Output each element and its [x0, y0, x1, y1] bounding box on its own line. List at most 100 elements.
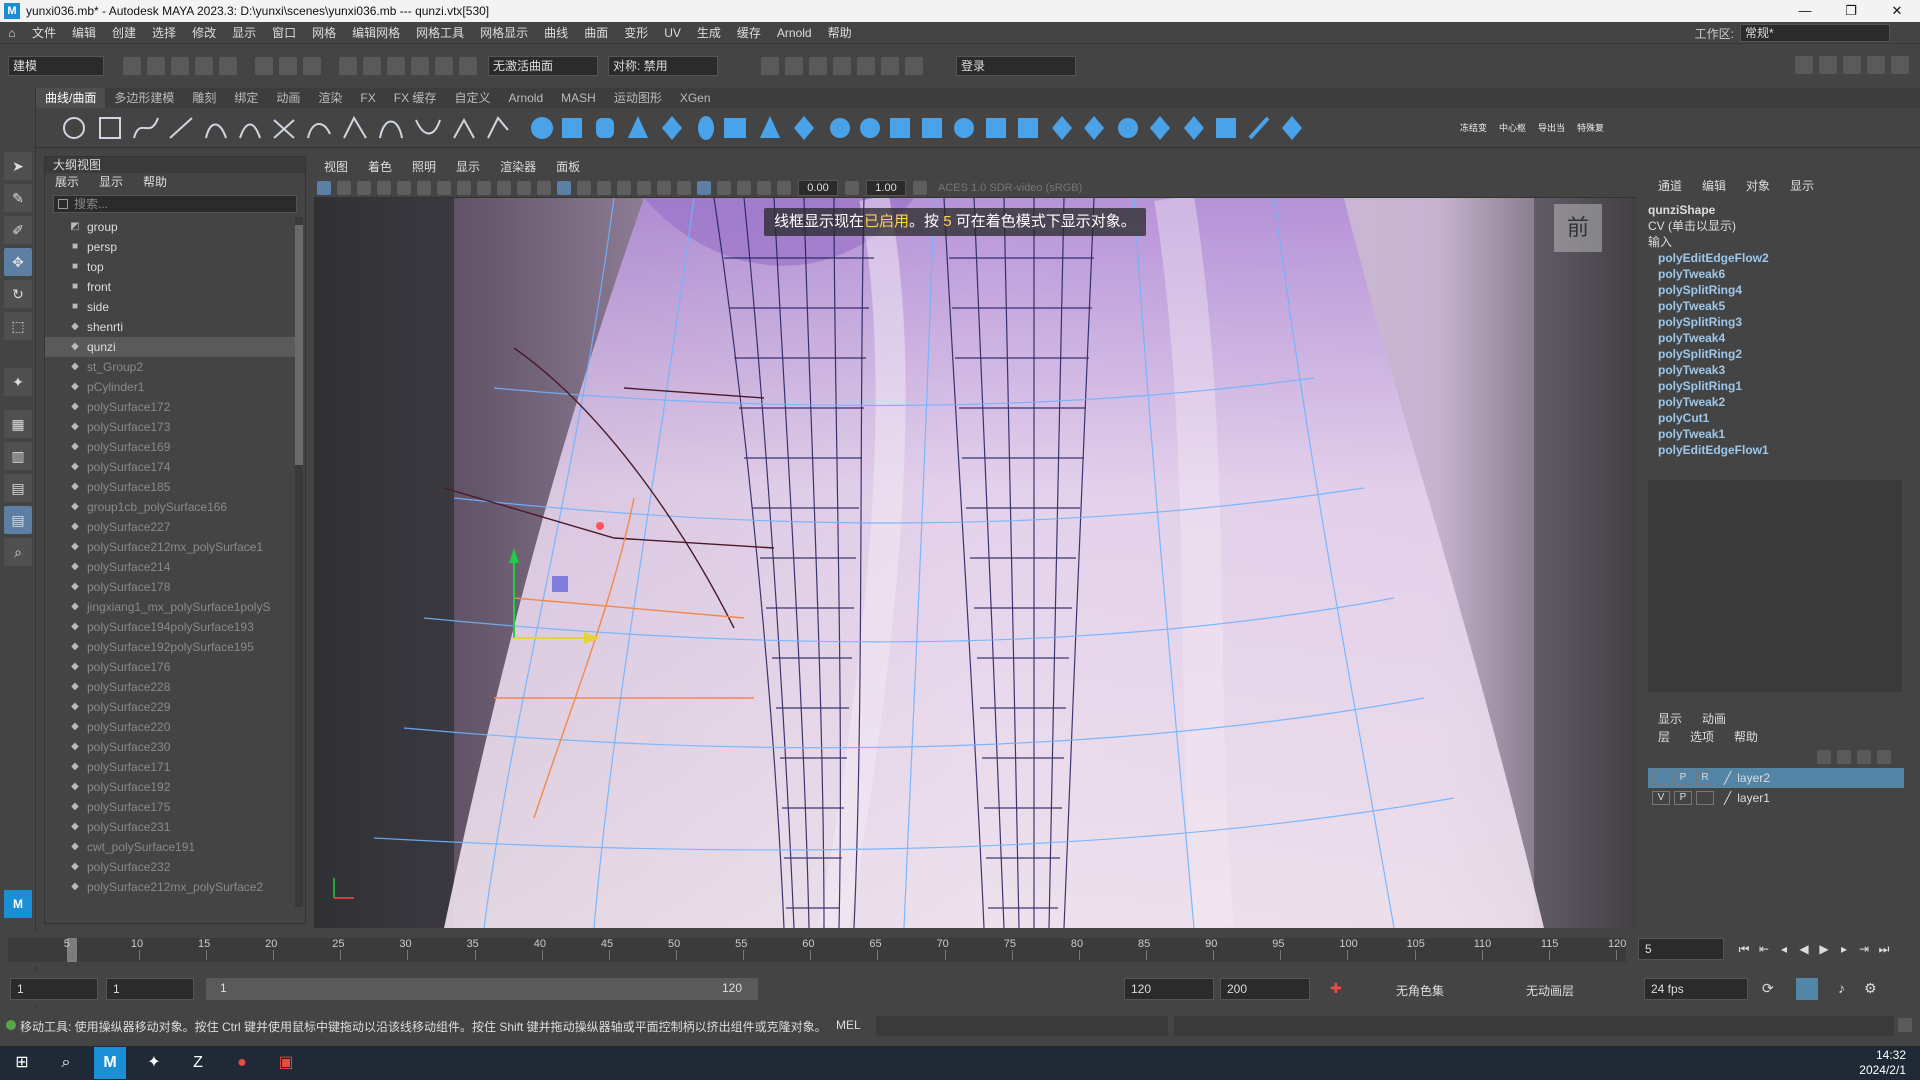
outliner-item[interactable]: ■ side [45, 297, 295, 317]
outliner-item[interactable]: ◆ polySurface192 [45, 777, 295, 797]
outliner-item[interactable]: ■ front [45, 277, 295, 297]
outliner-item[interactable]: ◆ polySurface212mx_polySurface2 [45, 877, 295, 897]
layer-toggle-p[interactable]: P [1674, 791, 1692, 805]
loop-icon[interactable]: ⟳ [1762, 980, 1774, 997]
layer-menu-item[interactable]: 帮助 [1724, 728, 1768, 746]
shelf-script-label[interactable]: 特殊复 [1577, 121, 1604, 134]
render-view-icon[interactable] [761, 57, 779, 75]
outliner-item[interactable]: ◆ pCylinder1 [45, 377, 295, 397]
gamma-icon[interactable] [845, 180, 859, 195]
select-component-icon[interactable] [303, 57, 321, 75]
outliner-item[interactable]: ◆ polySurface185 [45, 477, 295, 497]
grid-icon[interactable] [437, 180, 451, 195]
new-layer-selected-icon[interactable] [1877, 750, 1891, 764]
input-node[interactable]: polyTweak5 [1648, 298, 1904, 314]
channel-box-menu-item[interactable]: 编辑 [1692, 176, 1736, 196]
shelf-tab[interactable]: XGen [671, 88, 720, 108]
shape-name[interactable]: qunziShape [1648, 202, 1904, 218]
menu-item[interactable]: 创建 [104, 22, 144, 44]
select-tool-icon[interactable]: ➤ [4, 152, 32, 180]
input-node[interactable]: polyTweak3 [1648, 362, 1904, 378]
two-view-layout-icon[interactable]: ▥ [4, 442, 32, 470]
outliner-scroll-thumb[interactable] [295, 225, 303, 465]
outliner-item[interactable]: ◆ polySurface171 [45, 757, 295, 777]
color-management-icon[interactable] [913, 180, 927, 195]
outliner-item[interactable]: ◆ polySurface172 [45, 397, 295, 417]
outliner-menu-item[interactable]: 显示 [89, 173, 133, 191]
start-icon[interactable]: ⊞ [6, 1047, 38, 1079]
zbrush-taskbar-icon[interactable]: Z [182, 1047, 214, 1079]
anim-end-field[interactable]: 200 [1220, 978, 1310, 1000]
isolate-select-icon[interactable] [737, 180, 751, 195]
menu-item[interactable]: 变形 [616, 22, 656, 44]
go-to-start-icon[interactable]: ⏮ [1734, 939, 1754, 959]
screen-space-ao-icon[interactable] [677, 180, 691, 195]
menu-item[interactable]: 曲面 [576, 22, 616, 44]
step-forward-frame-icon[interactable]: ▸ [1834, 939, 1854, 959]
layer-toggle-r[interactable]: R [1696, 771, 1714, 785]
outliner-item[interactable]: ◆ polySurface173 [45, 417, 295, 437]
shelf-script-label[interactable]: 导出当 [1538, 121, 1565, 134]
minimize-icon[interactable]: — [1782, 0, 1828, 22]
shelf-script-label[interactable]: 冻结变 [1460, 121, 1487, 134]
move-tool-icon[interactable]: ✥ [4, 248, 32, 276]
menu-item[interactable]: Arnold [769, 22, 820, 44]
go-to-end-icon[interactable]: ⏭ [1874, 939, 1894, 959]
ipr-render-icon[interactable] [809, 57, 827, 75]
aa-icon[interactable] [757, 180, 771, 195]
channel-box-icon[interactable] [1891, 56, 1909, 74]
live-surface-field[interactable]: 无激活曲面 [488, 56, 598, 76]
shelf-tab[interactable]: 运动图形 [605, 88, 671, 108]
channel-box-menu-item[interactable]: 通道 [1648, 176, 1692, 196]
layer-menu-item[interactable]: 层 [1648, 728, 1680, 746]
2d-pan-icon[interactable] [397, 180, 411, 195]
shelf-tab[interactable]: FX 缓存 [385, 88, 446, 108]
lasso-tool-icon[interactable]: ✎ [4, 184, 32, 212]
safe-action-icon[interactable] [537, 180, 551, 195]
input-node[interactable]: polySplitRing1 [1648, 378, 1904, 394]
save-scene-icon[interactable] [171, 57, 189, 75]
mel-label[interactable]: MEL [836, 1018, 861, 1032]
auto-key-icon[interactable]: ✚ [1330, 980, 1342, 997]
menu-item[interactable]: 网格显示 [472, 22, 536, 44]
layer-move-up-icon[interactable] [1817, 750, 1831, 764]
scale-tool-icon[interactable]: ⬚ [4, 312, 32, 340]
paint-select-icon[interactable]: ✐ [4, 216, 32, 244]
film-gate-icon[interactable] [457, 180, 471, 195]
select-hierarchy-icon[interactable] [255, 57, 273, 75]
menu-item[interactable]: 生成 [689, 22, 729, 44]
play-backward-icon[interactable]: ◀ [1794, 939, 1814, 959]
four-view-layout-icon[interactable]: ▦ [4, 410, 32, 438]
close-icon[interactable]: ✕ [1874, 0, 1920, 22]
mel-input[interactable] [876, 1016, 1168, 1036]
exposure-field[interactable]: 0.00 [798, 179, 838, 196]
viewport-menu-item[interactable]: 视图 [314, 156, 358, 178]
menu-item[interactable]: 编辑网格 [344, 22, 408, 44]
outliner-item[interactable]: ◆ polySurface220 [45, 717, 295, 737]
lighting-icon[interactable] [637, 180, 651, 195]
channel-box-menu-item[interactable]: 对象 [1736, 176, 1780, 196]
field-chart-icon[interactable] [517, 180, 531, 195]
menu-item[interactable]: 帮助 [820, 22, 860, 44]
playback-end-field[interactable]: 120 [1124, 978, 1214, 1000]
textured-icon[interactable] [617, 180, 631, 195]
outliner-item[interactable]: ◆ polySurface230 [45, 737, 295, 757]
colorspace-dropdown[interactable]: ACES 1.0 SDR-video (sRGB) [938, 182, 1082, 194]
input-node[interactable]: polyEditEdgeFlow1 [1648, 442, 1904, 458]
scene-view[interactable] [314, 198, 1636, 928]
outliner-item[interactable]: ◆ polySurface174 [45, 457, 295, 477]
shelf-tab[interactable]: FX [351, 88, 384, 108]
new-scene-icon[interactable] [123, 57, 141, 75]
layer-menu-item[interactable]: 选项 [1680, 728, 1724, 746]
menu-item[interactable]: 选择 [144, 22, 184, 44]
redo-icon[interactable] [219, 57, 237, 75]
play-forward-icon[interactable]: ▶ [1814, 939, 1834, 959]
outliner-layout-icon[interactable]: ▤ [4, 474, 32, 502]
outliner-item[interactable]: ◆ polySurface192polySurface195 [45, 637, 295, 657]
wireframe-on-shaded-icon[interactable] [597, 180, 611, 195]
login-dropdown[interactable]: 登录 [956, 56, 1076, 76]
input-node[interactable]: polySplitRing4 [1648, 282, 1904, 298]
menu-item[interactable]: 修改 [184, 22, 224, 44]
viewport-menu-item[interactable]: 面板 [546, 156, 590, 178]
layer-tab[interactable]: 动画 [1692, 710, 1736, 728]
